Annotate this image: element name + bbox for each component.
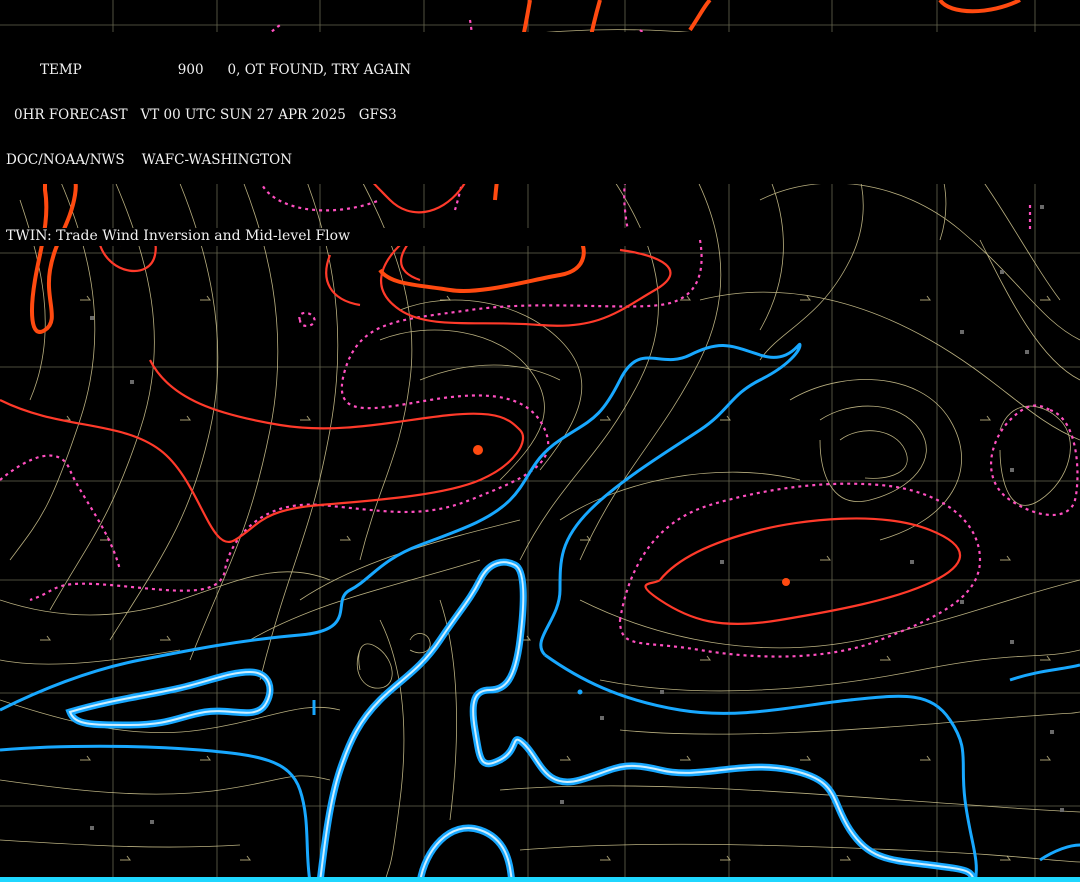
- header-line-2: 0HR FORECAST VT 00 UTC SUN 27 APR 2025 G…: [14, 107, 397, 123]
- header-field-name: TEMP: [40, 62, 82, 78]
- header-status: 0, OT FOUND, TRY AGAIN: [227, 62, 412, 78]
- header-block: TEMP 900 0, OT FOUND, TRY AGAIN 0HR FORECA…: [0, 32, 1080, 184]
- header-line-3: DOC/NOAA/NWS WAFC-WASHINGTON: [6, 152, 293, 168]
- header-line-1: TEMP 900 0, OT FOUND, TRY AGAIN: [6, 63, 1076, 78]
- product-title: TWIN: Trade Wind Inversion and Mid-level…: [0, 228, 682, 246]
- temperature-center-dot: [782, 578, 790, 586]
- header-level: 900: [177, 62, 204, 78]
- bottom-border-strip: [0, 877, 1080, 882]
- temperature-center-dot: [473, 445, 483, 455]
